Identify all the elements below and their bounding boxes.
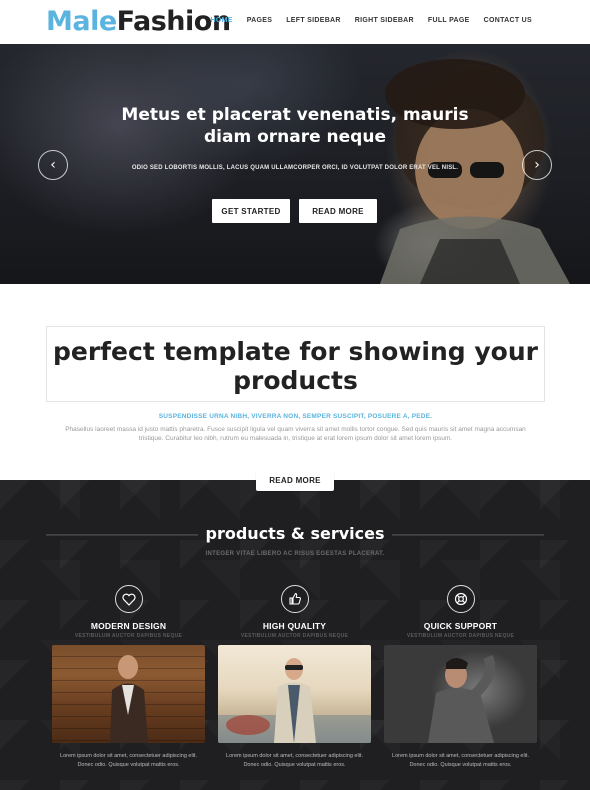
intro-title: perfect template for showing your produc… — [53, 337, 538, 395]
nav-full-page[interactable]: FULL PAGE — [428, 17, 470, 24]
product-image-blazer[interactable] — [218, 645, 371, 743]
lifebuoy-icon — [446, 585, 475, 613]
product-description: Lorem ipsum dolor sit amet, consectetuer… — [226, 753, 363, 768]
hero-title: Metus et placerat venenatis, mauris diam… — [121, 105, 469, 147]
services-title: products & services — [205, 524, 385, 543]
feature-subtitle: VESTIBULUM AUCTOR DAPIBUS NEQUE — [406, 633, 515, 639]
intro-headline-box: perfect template for showing your produc… — [46, 326, 545, 402]
slider-next-button[interactable]: › — [522, 150, 552, 180]
product-image-sweater[interactable] — [384, 645, 537, 743]
feature-modern-design: MODERN DESIGN VESTIBULUM AUCTOR DAPIBUS … — [52, 585, 205, 639]
feature-title: QUICK SUPPORT — [423, 621, 498, 631]
logo-part-male: Male — [46, 6, 117, 37]
hero-slider: Metus et placerat venenatis, mauris diam… — [0, 44, 590, 284]
product-description: Lorem ipsum dolor sit amet, consectetuer… — [60, 753, 197, 768]
heart-icon — [114, 585, 143, 613]
feature-title: HIGH QUALITY — [262, 621, 327, 631]
slider-prev-button[interactable]: ‹ — [38, 150, 68, 180]
intro-kicker: SUSPENDISSE URNA NIBH, VIVERRA NON, SEMP… — [158, 413, 433, 420]
chevron-right-icon: › — [534, 157, 540, 173]
nav-left-sidebar[interactable]: LEFT SIDEBAR — [286, 17, 341, 24]
thumbs-up-icon — [280, 585, 309, 613]
product-description: Lorem ipsum dolor sit amet, consectetuer… — [392, 753, 529, 768]
hero-subtitle: ODIO SED LOBORTIS MOLLIS, LACUS QUAM ULL… — [131, 165, 459, 171]
feature-quick-support: QUICK SUPPORT VESTIBULUM AUCTOR DAPIBUS … — [384, 585, 537, 639]
hero-overlay — [0, 44, 590, 284]
nav-right-sidebar[interactable]: RIGHT SIDEBAR — [355, 17, 414, 24]
product-image-suit[interactable] — [52, 645, 205, 743]
services-subtitle: INTEGER VITAE LIBERO AC RISUS EGESTAS PL… — [205, 551, 385, 557]
nav-contact-us[interactable]: CONTACT US — [484, 17, 532, 24]
feature-subtitle: VESTIBULUM AUCTOR DAPIBUS NEQUE — [74, 633, 183, 639]
intro-read-more-button[interactable]: READ MORE — [256, 470, 334, 491]
get-started-button[interactable]: GET STARTED — [212, 199, 290, 223]
nav-home[interactable]: HOME — [211, 17, 233, 24]
chevron-left-icon: ‹ — [50, 157, 56, 173]
nav-pages[interactable]: PAGES — [247, 17, 273, 24]
intro-text: Phasellus laoreet massa id justo mattis … — [65, 426, 526, 442]
site-header: MaleFashion HOME PAGES LEFT SIDEBAR RIGH… — [0, 0, 590, 44]
feature-subtitle: VESTIBULUM AUCTOR DAPIBUS NEQUE — [240, 633, 349, 639]
feature-high-quality: HIGH QUALITY VESTIBULUM AUCTOR DAPIBUS N… — [218, 585, 371, 639]
feature-title: MODERN DESIGN — [90, 621, 167, 631]
main-nav: HOME PAGES LEFT SIDEBAR RIGHT SIDEBAR FU… — [197, 17, 532, 24]
hero-read-more-button[interactable]: READ MORE — [299, 199, 377, 223]
